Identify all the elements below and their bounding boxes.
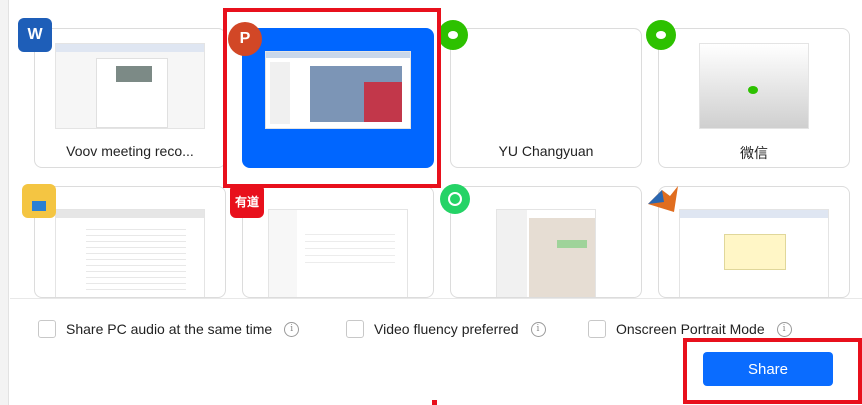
info-glyph: i: [290, 324, 294, 334]
file-explorer-icon: [22, 184, 56, 218]
window-thumbnail: [496, 209, 596, 297]
info-icon[interactable]: i: [776, 321, 792, 337]
portrait-mode-checkbox[interactable]: [588, 320, 606, 338]
window-card-file-explorer[interactable]: [34, 186, 226, 298]
share-button[interactable]: Share: [703, 352, 833, 386]
window-card-yu-changyuan[interactable]: YU Changyuan: [450, 28, 642, 168]
window-card-whatsapp[interactable]: [450, 186, 642, 298]
window-thumbnail: [265, 51, 411, 129]
window-card-powerpoint[interactable]: [242, 28, 434, 168]
powerpoint-icon-letter: P: [239, 30, 251, 47]
share-audio-checkbox[interactable]: [38, 320, 56, 338]
window-label: YU Changyuan: [498, 143, 594, 159]
window-card-youdao[interactable]: [242, 186, 434, 298]
share-audio-label: Share PC audio at the same time: [66, 321, 273, 337]
info-glyph: i: [536, 324, 540, 334]
option-share-audio[interactable]: Share PC audio at the same time i: [38, 320, 300, 338]
youdao-icon: 有道: [230, 184, 264, 218]
window-thumbnail: [699, 43, 809, 129]
window-card-matlab[interactable]: [658, 186, 850, 298]
portrait-mode-label: Onscreen Portrait Mode: [616, 321, 765, 337]
info-glyph: i: [782, 324, 786, 334]
wechat-icon: [646, 20, 676, 50]
window-thumbnail: [268, 209, 408, 297]
wechat-icon: [438, 20, 468, 50]
window-thumbnail: [55, 43, 205, 129]
window-card-wechat[interactable]: 微信: [658, 28, 850, 168]
window-label: 微信: [740, 145, 768, 161]
options-divider: [10, 298, 862, 299]
youdao-icon-label: 有道: [234, 194, 259, 209]
window-label: Voov meeting reco...: [66, 143, 194, 159]
window-thumbnail: [679, 209, 829, 297]
option-portrait-mode[interactable]: Onscreen Portrait Mode i: [588, 320, 792, 338]
word-icon: W: [18, 18, 52, 52]
video-fluency-label: Video fluency preferred: [374, 321, 519, 337]
info-icon[interactable]: i: [284, 321, 300, 337]
option-video-fluency[interactable]: Video fluency preferred i: [346, 320, 546, 338]
whatsapp-icon: [440, 184, 470, 214]
left-edge-strip: [0, 0, 9, 405]
info-icon[interactable]: i: [530, 321, 546, 337]
video-fluency-checkbox[interactable]: [346, 320, 364, 338]
matlab-icon: [646, 182, 680, 216]
window-card-voov-meeting[interactable]: Voov meeting reco...: [34, 28, 226, 168]
powerpoint-icon: P: [228, 22, 262, 56]
red-marker: [432, 400, 437, 405]
word-icon-letter: W: [27, 26, 43, 43]
window-thumbnail: [55, 209, 205, 297]
